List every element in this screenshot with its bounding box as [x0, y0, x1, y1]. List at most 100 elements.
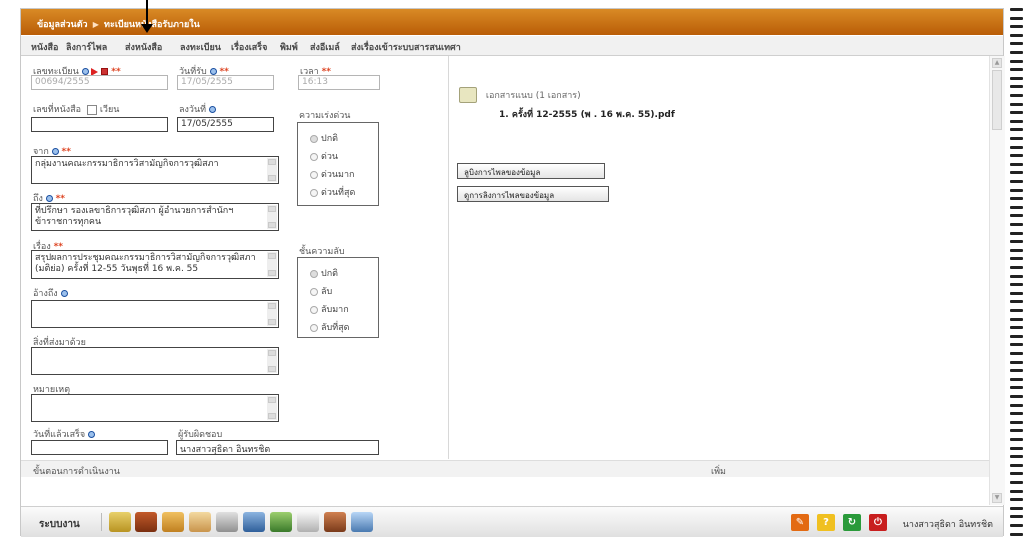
spiral-ring [1010, 515, 1023, 519]
enclosure-field[interactable] [31, 347, 279, 375]
spiral-ring [1010, 412, 1023, 416]
notes-icon[interactable]: ✎ [791, 514, 809, 531]
refresh-icon[interactable]: ↻ [843, 514, 861, 531]
info-icon[interactable] [60, 290, 68, 297]
spiral-ring [1010, 197, 1023, 201]
scroll-down-button[interactable]: ▼ [992, 493, 1002, 503]
spiral-ring [1010, 446, 1023, 450]
calendar-icon[interactable] [208, 106, 216, 113]
books-icon[interactable] [135, 512, 157, 532]
book-no-field[interactable] [31, 117, 168, 132]
spiral-ring [1010, 257, 1023, 261]
system-label: ระบบงาน [39, 519, 80, 530]
spiral-ring [1010, 205, 1023, 209]
info-icon[interactable] [81, 68, 89, 75]
urgency-urgent[interactable]: ด่วน [310, 149, 338, 163]
subject-text: สรุปผลการประชุมคณะกรรมาธิการวิสามัญกิจกา… [35, 253, 256, 274]
spiral-ring [1010, 128, 1023, 132]
scrollbar[interactable] [267, 349, 277, 373]
spiral-ring [1010, 291, 1023, 295]
attachment-panel: เอกสารแนบ (1 เอกสาร) 1. ครั้งที่ 12-2555… [449, 56, 989, 459]
calendar-icon[interactable] [88, 431, 96, 438]
menu-item-register[interactable]: ลงทะเบียน [180, 40, 221, 54]
reference-field[interactable] [31, 300, 279, 328]
checklist-icon[interactable] [297, 512, 319, 532]
scrollbar[interactable] [267, 158, 277, 182]
reg-no-field[interactable]: 00694/2555 [31, 75, 168, 90]
received-date-field[interactable]: 17/05/2555 [177, 75, 274, 90]
spiral-ring [1010, 145, 1023, 149]
note-field[interactable] [31, 394, 279, 422]
edit-icon[interactable] [109, 512, 131, 532]
menu-item-email[interactable]: ส่งอีเมล์ [310, 40, 340, 54]
main-scrollbar[interactable]: ▲ ▼ [989, 56, 1005, 505]
urgency-most-urgent[interactable]: ด่วนที่สุด [310, 185, 355, 199]
arrow-icon: ▶ [92, 20, 99, 29]
menu-item-print[interactable]: พิมพ์ [280, 40, 298, 54]
menu-item-send-book[interactable]: ส่งหนังสือ [125, 40, 162, 54]
secrecy-top-secret[interactable]: ลับที่สุด [310, 320, 350, 334]
info-icon[interactable] [51, 148, 59, 155]
urgency-group: ปกติ ด่วน ด่วนมาก ด่วนที่สุด [297, 122, 379, 206]
view-link-button[interactable]: ดูการลิงการไพลของข้อมูล [457, 186, 609, 202]
add-link-button[interactable]: ลูบิงการไพลของข้อมูล [457, 163, 605, 179]
due-date-field[interactable] [31, 440, 168, 455]
dated-label: ลงวันที่ [179, 102, 216, 116]
urgency-very-urgent[interactable]: ด่วนมาก [310, 167, 355, 181]
circular-checkbox[interactable] [86, 104, 97, 115]
reference-label: อ้างถึง [33, 286, 68, 300]
spiral-ring [1010, 223, 1023, 226]
secrecy-group: ปกติ ลับ ลับมาก ลับที่สุด [297, 257, 379, 338]
scrollbar[interactable] [267, 205, 277, 229]
info-icon[interactable] [45, 195, 53, 202]
time-field[interactable]: 16:13 [298, 75, 380, 90]
menu-item-completed[interactable]: เรื่องเสร็จ [231, 40, 267, 54]
network-icon[interactable] [243, 512, 265, 532]
help-question-icon[interactable]: ? [817, 514, 835, 531]
to-field[interactable]: ที่ปรึกษา รองเลขาธิการวุฒิสภา ผู้อำนวยกา… [31, 203, 279, 231]
menu-item-link-file[interactable]: ลิงการ์ไพล [66, 40, 107, 54]
secrecy-very-secret[interactable]: ลับมาก [310, 302, 349, 316]
help-icon[interactable] [351, 512, 373, 532]
users-icon[interactable] [270, 512, 292, 532]
urgency-normal[interactable]: ปกติ [310, 131, 338, 145]
scrollbar[interactable] [267, 252, 277, 277]
attachment-item[interactable]: 1. ครั้งที่ 12-2555 (พ . 16 พ.ค. 55).pdf [499, 107, 675, 121]
secrecy-normal[interactable]: ปกติ [310, 266, 338, 280]
secrecy-secret[interactable]: ลับ [310, 284, 332, 298]
stop-icon[interactable] [101, 68, 109, 75]
scrollbar[interactable] [267, 302, 277, 326]
attachment-header: เอกสารแนบ (1 เอกสาร) [459, 87, 581, 103]
from-field[interactable]: กลุ่มงานคณะกรรมาธิการวิสามัญกิจการวุฒิสภ… [31, 156, 279, 184]
secrecy-label: ชั้นความลับ [299, 247, 345, 257]
calendar-icon[interactable] [209, 68, 217, 75]
from-text: กลุ่มงานคณะกรรมาธิการวิสามัญกิจการวุฒิสภ… [35, 159, 219, 169]
spiral-ring [1010, 360, 1023, 364]
scroll-thumb[interactable] [992, 70, 1002, 130]
spiral-ring [1010, 8, 1023, 11]
spiral-ring [1010, 231, 1023, 235]
spiral-ring [1010, 25, 1023, 29]
notebook-spiral [1010, 0, 1027, 539]
add-step-link[interactable]: เพิ่ม [711, 464, 726, 478]
spiral-ring [1010, 438, 1023, 441]
spiral-ring [1010, 481, 1023, 484]
responsible-field[interactable]: นางสาวสุธิดา อินทรชิต [176, 440, 379, 455]
spiral-ring [1010, 532, 1023, 536]
printer-icon[interactable] [216, 512, 238, 532]
spiral-ring [1010, 76, 1023, 80]
subject-field[interactable]: สรุปผลการประชุมคณะกรรมาธิการวิสามัญกิจกา… [31, 250, 279, 279]
document-icon[interactable] [189, 512, 211, 532]
mail-icon[interactable] [162, 512, 184, 532]
scroll-up-button[interactable]: ▲ [992, 58, 1002, 68]
people-icon[interactable] [324, 512, 346, 532]
spiral-ring [1010, 395, 1023, 398]
title-part-personal[interactable]: ข้อมูลส่วนตัว [37, 20, 88, 30]
steps-label: ขั้นตอนการดำเนินงาน [33, 467, 120, 477]
urgency-label: ความเร่งด่วน [299, 111, 351, 121]
dated-field[interactable]: 17/05/2555 [177, 117, 274, 132]
scrollbar[interactable] [267, 396, 277, 420]
menu-item-book[interactable]: หนังสือ [31, 40, 58, 54]
menu-item-submit-info[interactable]: ส่งเรื่องเข้าระบบสารสนเทศา [351, 40, 461, 54]
power-icon[interactable]: ⏻ [869, 514, 887, 531]
